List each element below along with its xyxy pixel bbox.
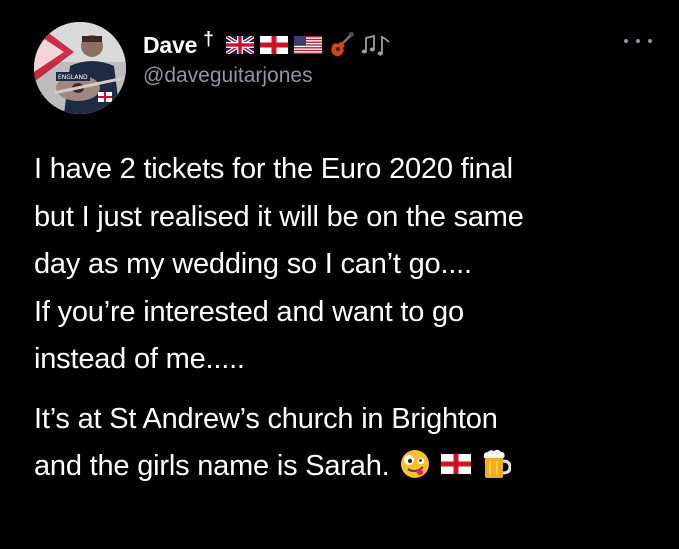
more-dot-icon	[648, 39, 652, 43]
tweet-line-text: and the girls name is Sarah.	[34, 450, 390, 482]
more-dot-icon	[624, 39, 628, 43]
avatar[interactable]: ENGLAND	[34, 22, 126, 114]
us-flag-icon	[293, 36, 322, 54]
trailing-emoji-row	[399, 448, 512, 480]
more-dot-icon	[636, 39, 640, 43]
tweet-line: I have 2 tickets for the Euro 2020 final	[34, 153, 513, 185]
tweet-line: but I just realised it will be on the sa…	[34, 200, 524, 233]
more-options-button[interactable]	[624, 34, 652, 48]
tweet-line: instead of me.....	[34, 343, 245, 375]
zany-face-icon	[399, 448, 431, 480]
author-name-row[interactable]: Dave †	[143, 29, 392, 59]
author-display-name[interactable]: Dave	[143, 32, 197, 59]
tweet-line: It’s at St Andrew’s church in Brighton	[34, 402, 498, 435]
uk-flag-icon	[225, 36, 254, 54]
england-flag-icon	[259, 36, 288, 54]
beer-mug-icon	[481, 448, 512, 480]
guitar-icon	[328, 32, 354, 58]
tweet-line: day as my wedding so I can’t go....	[34, 248, 472, 280]
tweet-line-last: and the girls name is Sarah.	[34, 443, 664, 491]
music-notes-icon	[360, 33, 392, 57]
author-handle[interactable]: @daveguitarjones	[143, 64, 313, 88]
avatar-shirt-text: ENGLAND	[58, 74, 88, 81]
england-flag-icon	[441, 454, 472, 475]
tweet-line: If you’re interested and want to go	[34, 295, 464, 328]
tweet-text: I have 2 tickets for the Euro 2020 final…	[34, 146, 664, 491]
name-cross-symbol: †	[203, 29, 214, 50]
tweet-card: ENGLAND Dave † @daveguitarjones I have 2…	[0, 0, 679, 549]
